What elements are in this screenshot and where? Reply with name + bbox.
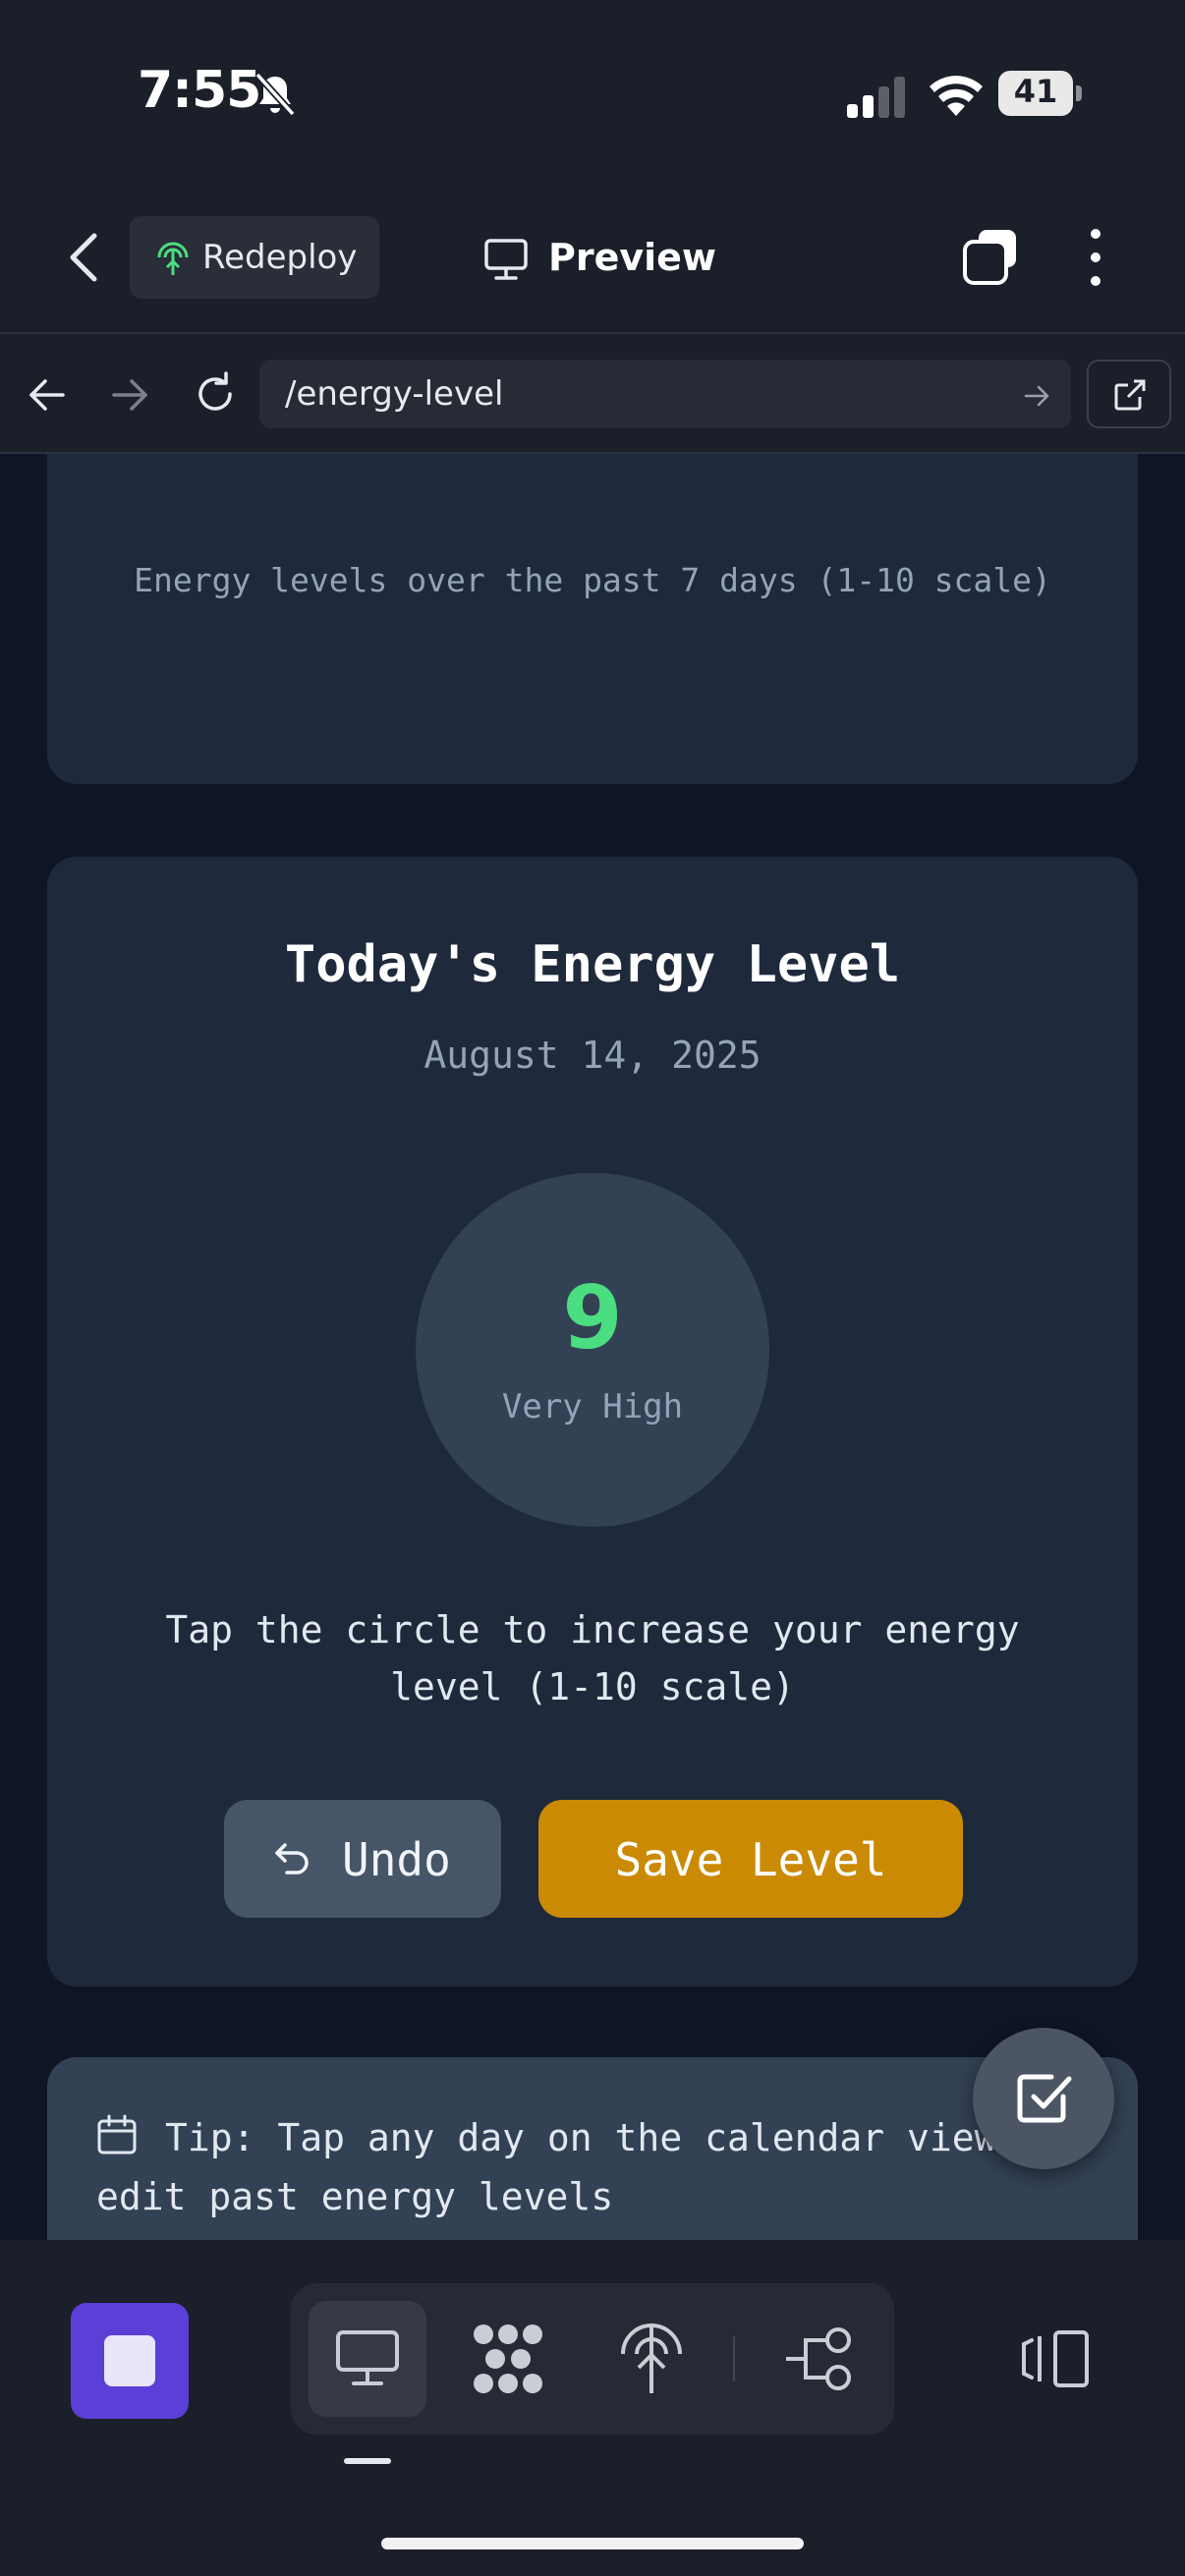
reload-icon[interactable] — [191, 369, 240, 419]
chart-placeholder: - — [715, 454, 733, 465]
preview-tab[interactable]: Preview — [483, 232, 719, 287]
chart-placeholder: - — [847, 454, 865, 465]
redeploy-button[interactable]: Redeploy — [130, 216, 379, 299]
chart-placeholder: - — [979, 454, 996, 465]
status-time: 7:55 — [138, 61, 261, 120]
chart-caption: Energy levels over the past 7 days (1-10… — [134, 561, 1051, 599]
checklist-fab-button[interactable] — [973, 2028, 1114, 2169]
checkbox-icon — [1017, 2074, 1072, 2123]
tabs-icon[interactable] — [961, 226, 1022, 287]
signal-icon — [847, 77, 905, 118]
energy-level-circle[interactable]: 9 Very High — [416, 1173, 769, 1527]
bell-off-icon — [254, 72, 296, 117]
chart-placeholder: - — [584, 454, 601, 465]
wifi-icon — [930, 76, 983, 116]
preview-label: Preview — [548, 236, 717, 279]
grid-icon[interactable] — [470, 2323, 546, 2395]
open-external-icon — [1114, 379, 1146, 411]
energy-date: August 14, 2025 — [423, 1034, 762, 1077]
save-level-button[interactable]: Save Level — [538, 1800, 963, 1918]
tip-text: Tip: Tap any day on the calendar view or… — [96, 2116, 1065, 2218]
energy-instruction: Tap the circle to increase your energy l… — [165, 1608, 1020, 1708]
undo-button[interactable]: Undo — [224, 1800, 501, 1918]
chart-placeholder: - — [320, 454, 338, 465]
stop-icon — [104, 2335, 155, 2386]
chart-placeholder: - — [188, 454, 205, 465]
panel-icon[interactable] — [1018, 2328, 1091, 2389]
battery-level: 41 — [1013, 73, 1058, 110]
redeploy-icon — [157, 242, 189, 275]
monitor-icon — [484, 239, 528, 280]
desktop-icon — [336, 2330, 399, 2385]
energy-chart-card: - - - - - - - Energy levels over the pas… — [47, 454, 1138, 784]
redeploy-label: Redeploy — [202, 238, 358, 277]
url-text: /energy-level — [285, 374, 504, 414]
home-indicator[interactable] — [381, 2538, 804, 2549]
undo-icon — [275, 1843, 309, 1875]
active-view-indicator — [344, 2458, 391, 2464]
save-level-label: Save Level — [614, 1833, 887, 1886]
undo-label: Undo — [342, 1833, 451, 1886]
stop-button[interactable] — [71, 2303, 189, 2419]
url-field[interactable]: /energy-level — [259, 360, 1071, 428]
more-icon[interactable] — [1081, 226, 1110, 289]
energy-title: Today's Energy Level — [284, 935, 901, 994]
energy-value: 9 — [562, 1267, 623, 1369]
todays-energy-card: Today's Energy Level August 14, 2025 9 V… — [47, 857, 1138, 1987]
url-go-icon[interactable] — [1022, 381, 1051, 411]
energy-value-label: Very High — [501, 1387, 684, 1427]
page-content: - - - - - - - Energy levels over the pas… — [0, 454, 1185, 2240]
back-icon[interactable] — [59, 228, 108, 287]
nav-back-icon[interactable] — [26, 373, 69, 417]
battery-icon: 41 — [998, 71, 1083, 116]
open-external-button[interactable] — [1087, 360, 1171, 428]
chart-placeholder: - — [452, 454, 470, 465]
deploy-icon[interactable] — [617, 2321, 686, 2397]
flow-icon[interactable] — [784, 2324, 855, 2393]
divider — [733, 2336, 735, 2381]
nav-forward-icon[interactable] — [108, 373, 151, 417]
